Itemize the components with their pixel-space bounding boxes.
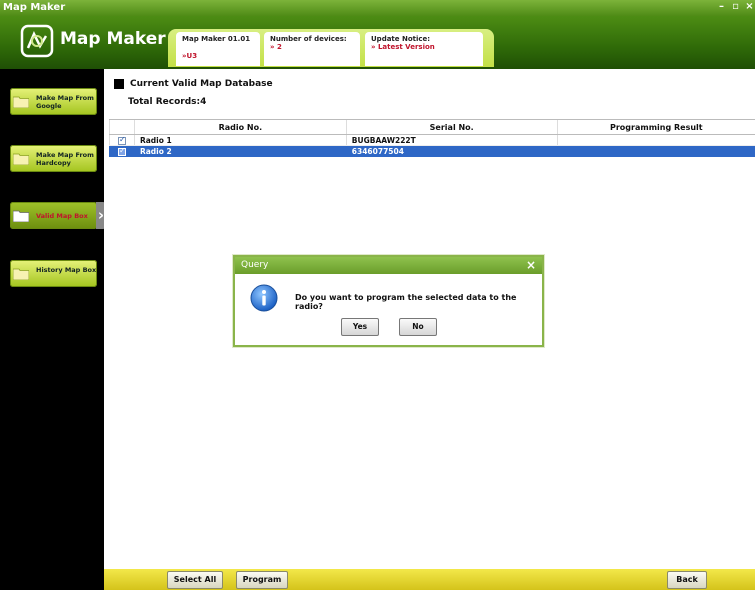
serial-no-cell: 634607750​4 <box>345 145 558 157</box>
yes-button[interactable]: Yes <box>341 318 379 336</box>
sidebar: Make Map From Google Make Map From Hardc… <box>0 69 106 590</box>
header-serial-no[interactable]: Serial No. <box>345 119 558 135</box>
select-all-button[interactable]: Select All <box>167 571 223 589</box>
folder-icon <box>13 268 29 280</box>
table-header-row: Radio No. Serial No. Programming Result <box>109 119 755 135</box>
dialog-message: Do you want to program the selected data… <box>295 293 517 311</box>
database-title: Current Valid Map Database <box>114 79 273 89</box>
dialog-title: Query <box>241 260 269 270</box>
devices-label: Number of devices: <box>270 35 347 43</box>
devices-value: » 2 <box>270 43 282 51</box>
radio-no-cell: Radio 2 <box>133 145 347 157</box>
total-records: Total Records:4 <box>128 97 207 107</box>
restore-icon[interactable]: ▫ <box>730 1 741 12</box>
app-header: Map Maker Map Maker 01.01 »U3 Number of … <box>0 16 755 69</box>
window-title: Map Maker <box>3 2 66 13</box>
dialog-title-bar: Query × <box>235 257 542 274</box>
radio-no-cell: Radio 1 <box>133 134 347 146</box>
bottom-toolbar: Select All Program Back <box>104 569 755 590</box>
info-strip: Map Maker 01.01 »U3 Number of devices: »… <box>168 29 494 67</box>
update-value: » Latest Version <box>371 43 435 51</box>
sidebar-item-make-map-google[interactable]: Make Map From Google <box>10 88 97 115</box>
app-window: Map Maker – ▫ × Map Maker Map Maker 01.0… <box>0 0 755 590</box>
version-label: Map Maker 01.01 <box>182 35 251 43</box>
table-row[interactable]: Radio 1 BUGBAAW222T <box>109 134 755 146</box>
row-checkbox[interactable] <box>117 135 126 145</box>
version-box: Map Maker 01.01 »U3 <box>176 32 260 66</box>
title-bar: Map Maker – ▫ × <box>0 0 755 16</box>
devices-box: Number of devices: » 2 <box>264 32 360 66</box>
sidebar-item-valid-map-box[interactable]: Valid Map Box › <box>10 202 106 229</box>
folder-icon <box>13 153 29 165</box>
row-checkbox-cell <box>109 134 135 146</box>
update-box: Update Notice: » Latest Version <box>365 32 483 66</box>
database-title-text: Current Valid Map Database <box>130 79 273 89</box>
close-icon[interactable]: × <box>744 1 755 12</box>
header-radio-no[interactable]: Radio No. <box>133 119 347 135</box>
folder-icon <box>13 96 29 108</box>
header-programming-result[interactable]: Programming Result <box>556 119 755 135</box>
no-button[interactable]: No <box>399 318 437 336</box>
folder-icon <box>13 210 29 222</box>
programming-result-cell <box>556 145 755 157</box>
close-icon[interactable]: × <box>526 258 536 272</box>
sidebar-item-label: Make Map From Google <box>36 94 94 110</box>
sidebar-item-label: Valid Map Box <box>36 212 88 220</box>
table-row[interactable]: Radio 2 634607750​4 <box>109 145 755 157</box>
back-button[interactable]: Back <box>667 571 707 589</box>
row-checkbox-cell <box>109 145 135 157</box>
sidebar-item-label: History Map Box <box>36 266 97 274</box>
square-bullet-icon <box>114 79 124 89</box>
window-controls: – ▫ × <box>716 1 755 12</box>
row-checkbox[interactable] <box>117 146 126 156</box>
serial-no-cell: BUGBAAW222T <box>345 134 558 146</box>
update-label: Update Notice: <box>371 35 431 43</box>
query-dialog: Query × Do you want to program the selec… <box>233 255 544 347</box>
version-value: »U3 <box>182 52 198 60</box>
records-table: Radio No. Serial No. Programming Result … <box>109 119 755 157</box>
sidebar-item-make-map-hardcopy[interactable]: Make Map From Hardcopy <box>10 145 97 172</box>
logo-icon <box>20 24 54 58</box>
info-icon <box>250 284 278 312</box>
programming-result-cell <box>556 134 755 146</box>
sidebar-item-history-map-box[interactable]: History Map Box <box>10 260 97 287</box>
header-checkbox-col <box>109 119 135 135</box>
sidebar-item-label: Make Map From Hardcopy <box>36 151 94 167</box>
app-name: Map Maker <box>60 29 166 49</box>
minimize-icon[interactable]: – <box>716 1 727 12</box>
program-button[interactable]: Program <box>236 571 288 589</box>
